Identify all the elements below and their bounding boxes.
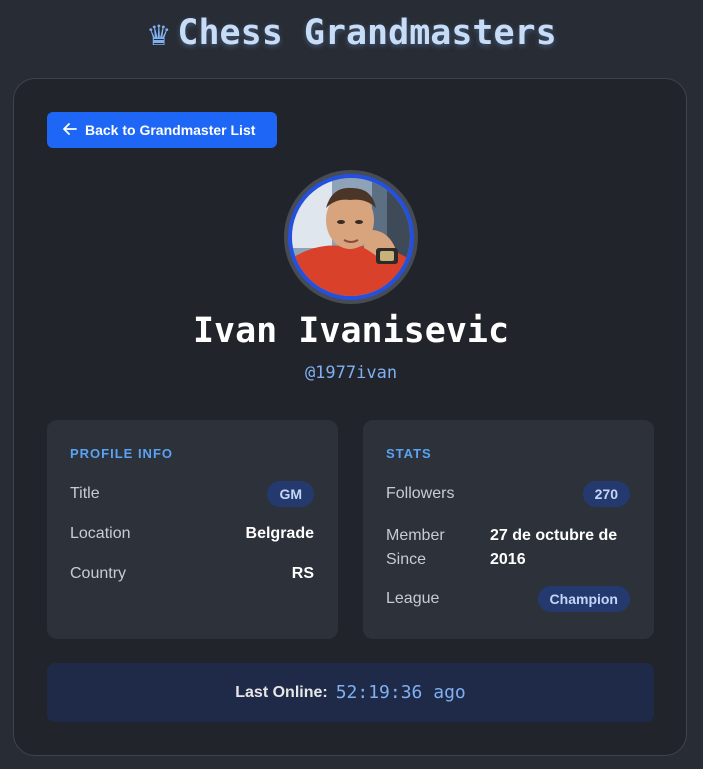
stats-label: League bbox=[386, 590, 440, 607]
back-button-label: Back to Grandmaster List bbox=[85, 122, 256, 138]
info-label: Country bbox=[70, 565, 127, 582]
back-to-list-button[interactable]: Back to Grandmaster List bbox=[47, 112, 277, 148]
player-handle: @1977ivan bbox=[304, 363, 398, 383]
info-value: RS bbox=[291, 565, 314, 582]
player-name: Ivan Ivanisevic bbox=[192, 311, 510, 351]
page-header: ♛ Chess Grandmasters bbox=[0, 0, 703, 66]
stats-row-followers: Followers 270 bbox=[386, 481, 630, 507]
title-badge: GM bbox=[267, 481, 314, 507]
info-label: Location bbox=[70, 525, 131, 542]
arrow-left-icon bbox=[63, 122, 77, 138]
stats-row-league: League Champion bbox=[386, 586, 630, 612]
avatar bbox=[288, 174, 414, 300]
last-online-label: Last Online: bbox=[235, 683, 328, 701]
stats-row-member-since: Member Since 27 de octubre de 2016 bbox=[386, 524, 630, 572]
stats-panel: STATS Followers 270 Member Since 27 de o… bbox=[363, 420, 654, 639]
profile-info-heading: PROFILE INFO bbox=[70, 446, 173, 461]
last-online-time: 52:19:36 ago bbox=[335, 682, 466, 703]
stats-heading: STATS bbox=[386, 446, 432, 461]
stats-label: Member Since bbox=[386, 527, 445, 568]
crown-icon: ♛ bbox=[146, 20, 172, 51]
info-value: Belgrade bbox=[245, 525, 314, 542]
stats-label: Followers bbox=[386, 485, 455, 502]
followers-badge: 270 bbox=[582, 481, 630, 507]
info-row-location: Location Belgrade bbox=[70, 525, 314, 543]
profile-card: Back to Grandmaster List Ivan Ivanisevic… bbox=[13, 78, 687, 756]
league-badge: Champion bbox=[537, 586, 630, 612]
last-online-bar: Last Online: 52:19:36 ago bbox=[47, 663, 654, 722]
info-row-title: Title GM bbox=[70, 481, 314, 507]
page-title: Chess Grandmasters bbox=[177, 13, 557, 53]
info-row-country: Country RS bbox=[70, 565, 314, 583]
avatar-frame bbox=[284, 170, 418, 304]
info-label: Title bbox=[70, 485, 100, 502]
profile-info-panel: PROFILE INFO Title GM Location Belgrade … bbox=[47, 420, 338, 639]
stats-value: 27 de octubre de 2016 bbox=[490, 527, 618, 568]
